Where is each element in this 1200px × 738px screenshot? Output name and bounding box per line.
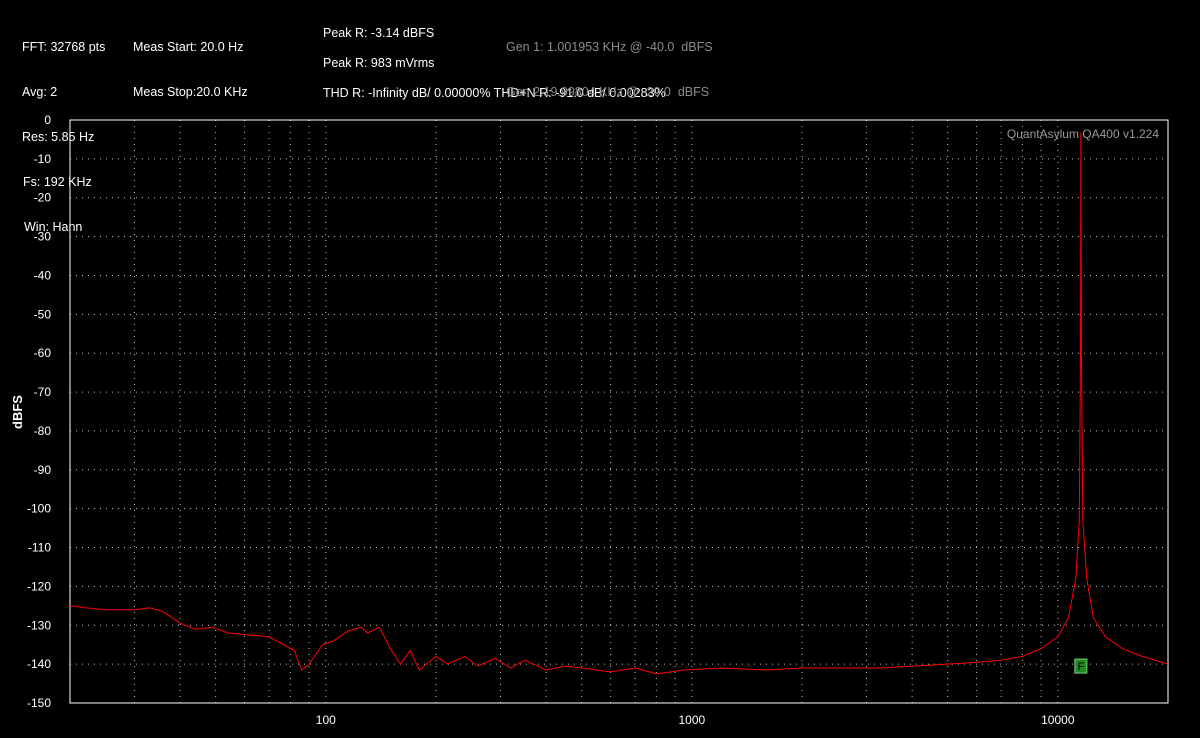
fundamental-marker-label: F [1077, 661, 1084, 673]
spectrum-chart[interactable]: 0 -10 -20 -30 -40 -50 -60 -70 -80 -90 -100 -110 -120… [0, 0, 1200, 738]
y-tick-label: -20 [34, 191, 52, 205]
y-tick-label: -60 [34, 346, 52, 360]
y-axis-label: dBFS [10, 395, 25, 429]
watermark-text: QuantAsylum QA400 v1.224 [1007, 127, 1159, 141]
y-tick-label: -50 [34, 307, 52, 321]
y-tick-label: -100 [27, 502, 51, 516]
y-tick-label: -110 [28, 541, 51, 555]
x-tick-label: 10000 [1041, 713, 1075, 727]
plot-frame [69, 119, 1169, 704]
y-tick-label: -140 [27, 657, 51, 671]
y-tick-label: -70 [34, 385, 52, 399]
y-tick-label: -30 [34, 230, 52, 244]
spectrum-line [69, 132, 1169, 675]
chart-grid [70, 120, 1168, 703]
y-tick-label: -130 [27, 618, 51, 632]
x-axis: 100 1000 10000 [316, 713, 1075, 727]
y-tick-label: -120 [27, 579, 51, 593]
x-tick-label: 1000 [678, 713, 705, 727]
marker-group: F [1074, 658, 1088, 674]
y-tick-label: -90 [34, 463, 52, 477]
y-tick-label: -150 [27, 696, 51, 710]
x-tick-label: 100 [316, 713, 336, 727]
y-tick-label: -10 [34, 152, 52, 166]
y-tick-label: 0 [44, 113, 51, 127]
y-tick-label: -80 [34, 424, 52, 438]
y-axis: 0 -10 -20 -30 -40 -50 -60 -70 -80 -90 -100 -110 -120… [27, 113, 51, 710]
series-group [69, 132, 1169, 675]
y-tick-label: -40 [34, 268, 52, 282]
